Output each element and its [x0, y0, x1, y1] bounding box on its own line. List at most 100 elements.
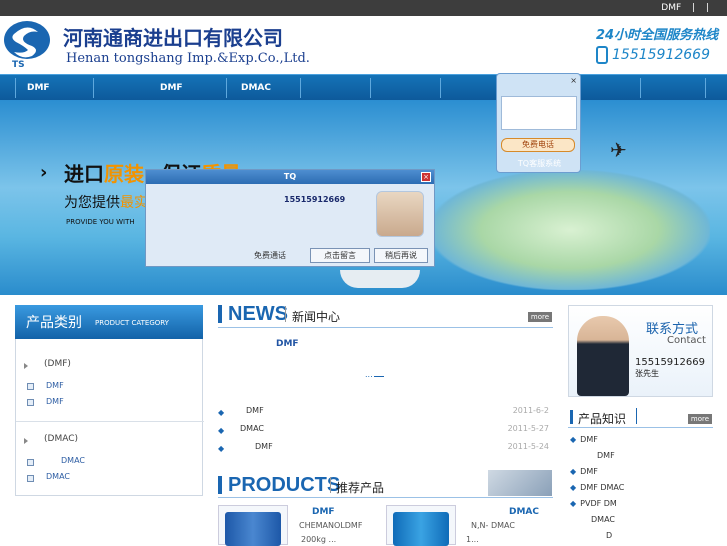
divider	[285, 306, 286, 322]
header: TS 河南通商进出口有限公司 Henan tongshang Imp.&Exp.…	[0, 16, 727, 74]
divider	[330, 477, 331, 493]
triangle-icon	[24, 438, 28, 444]
product-image[interactable]	[218, 505, 288, 546]
products-title: PRODUCTS	[228, 474, 341, 496]
leave-message-button[interactable]: 点击留言	[310, 248, 370, 263]
knowledge-item[interactable]: ◆ PVDF DM	[570, 499, 617, 508]
banner-subline: 为您提供最实	[64, 195, 148, 211]
hotline-number: 15515912669	[612, 47, 710, 63]
contact-phone: 15515912669 张先生	[635, 357, 705, 378]
airplane-icon: ✈	[610, 138, 627, 162]
knowledge-more-button[interactable]: more	[688, 414, 712, 424]
knowledge-item[interactable]: DMF	[585, 451, 615, 460]
nav-separator	[93, 78, 94, 98]
category-item[interactable]: DMF	[46, 397, 64, 406]
knowledge-item[interactable]: ◆ DMF DMAC	[570, 483, 624, 492]
tq-free-call[interactable]: 免费通话	[254, 250, 286, 261]
main-nav: DMF DMF DMAC	[0, 74, 727, 100]
category-item[interactable]: DMAC	[46, 472, 70, 481]
news-row[interactable]: ◆ DMAC 2011-5-27	[218, 424, 553, 438]
product-desc: 1...	[466, 535, 479, 544]
knowledge-item[interactable]: DMAC	[591, 515, 615, 524]
bullet-icon	[27, 383, 34, 390]
bullet-icon	[27, 459, 34, 466]
divider	[218, 327, 553, 328]
product-desc: 200kg ...	[301, 535, 337, 544]
contact-panel: 联系方式 Contact 15515912669 张先生	[568, 305, 713, 397]
news-subtitle: 新闻中心	[292, 310, 341, 324]
knowledge-item[interactable]: ◆ DMF	[570, 467, 598, 476]
product-image[interactable]	[386, 505, 456, 546]
top-separator: |	[705, 3, 709, 13]
knowledge-title: 产品知识	[578, 412, 627, 426]
company-logo[interactable]	[2, 20, 52, 72]
triangle-icon	[24, 363, 28, 369]
nav-separator	[300, 78, 301, 98]
news-featured-link[interactable]: ...	[365, 370, 373, 379]
section-marker	[218, 476, 222, 494]
news-row-date: 2011-5-27	[507, 424, 549, 433]
product-name[interactable]: DMF	[312, 507, 335, 517]
knowledge-item[interactable]: D	[606, 531, 612, 540]
nav-separator	[705, 78, 706, 98]
divider	[636, 408, 637, 424]
products-subtitle: 推荐产品	[336, 481, 385, 495]
bullet-icon: ◆	[218, 444, 225, 453]
news-title: NEWS	[228, 303, 288, 325]
section-marker	[218, 305, 222, 323]
divider	[16, 421, 204, 422]
category-header: 产品类别 PRODUCT CATEGORY	[15, 305, 203, 339]
bullet-icon: ◆	[218, 426, 225, 435]
divider	[374, 376, 384, 377]
product-desc: N,N- DMAC	[471, 521, 515, 530]
news-featured-title[interactable]: DMF	[276, 339, 299, 349]
nav-separator	[640, 78, 641, 98]
category-group-label[interactable]: (DMF)	[44, 359, 71, 369]
category-item[interactable]: DMF	[46, 381, 64, 390]
ship-illustration	[340, 270, 420, 288]
nav-item-dmf[interactable]: DMF	[27, 75, 50, 101]
knowledge-item[interactable]: ◆ DMF	[570, 435, 598, 444]
divider	[218, 497, 553, 498]
top-link-dmf[interactable]: DMF	[661, 3, 681, 13]
later-button[interactable]: 稍后再说	[374, 248, 428, 263]
nav-item-dmf-2[interactable]: DMF	[160, 75, 183, 101]
news-row-date: 2011-5-24	[507, 442, 549, 451]
nav-separator	[15, 78, 16, 98]
news-row[interactable]: ◆ DMF 2011-6-2	[218, 406, 553, 420]
products-header-image	[488, 470, 552, 496]
product-name[interactable]: DMAC	[509, 507, 539, 517]
bullet-icon	[27, 399, 34, 406]
tq-side-label: TQ客服系统	[517, 159, 562, 168]
close-icon[interactable]: ×	[421, 172, 431, 182]
category-item[interactable]: DMAC	[61, 456, 85, 465]
nav-item-dmac[interactable]: DMAC	[241, 75, 271, 101]
close-icon[interactable]: ×	[570, 76, 577, 85]
news-row[interactable]: ◆ DMF 2011-5-24	[218, 442, 553, 456]
bullet-icon: ◆	[218, 408, 225, 417]
category-title: 产品类别	[26, 315, 82, 331]
category-list: (DMF) DMF DMF (DMAC) DMAC DMAC	[15, 339, 204, 496]
top-bar: DMF | |	[0, 0, 727, 16]
logo-text: TS	[12, 60, 25, 70]
nav-separator	[440, 78, 441, 98]
category-group-label[interactable]: (DMAC)	[44, 434, 78, 444]
company-name-cn: 河南通商进出口有限公司	[63, 26, 283, 50]
banner-english: PROVIDE YOU WITH	[66, 218, 135, 226]
tq-side-box	[501, 96, 577, 130]
free-call-button[interactable]: 免费电话	[501, 138, 575, 152]
news-row-title[interactable]: DMF	[255, 442, 273, 451]
divider	[568, 427, 713, 428]
nav-separator	[226, 78, 227, 98]
product-desc: CHEMANOLDMF	[299, 521, 363, 530]
news-more-button[interactable]: more	[528, 312, 552, 322]
section-marker	[570, 410, 573, 424]
bullet-icon	[27, 475, 34, 482]
news-row-date: 2011-6-2	[512, 406, 549, 415]
tq-chat-popup: TQ × 15515912669 免费通话 点击留言 稍后再说	[145, 169, 435, 267]
category-title-en: PRODUCT CATEGORY	[95, 319, 169, 327]
top-separator: |	[692, 3, 696, 13]
news-row-title[interactable]: DMF	[246, 406, 264, 415]
news-row-title[interactable]: DMAC	[240, 424, 264, 433]
tq-popup-phone: 15515912669	[284, 195, 346, 204]
